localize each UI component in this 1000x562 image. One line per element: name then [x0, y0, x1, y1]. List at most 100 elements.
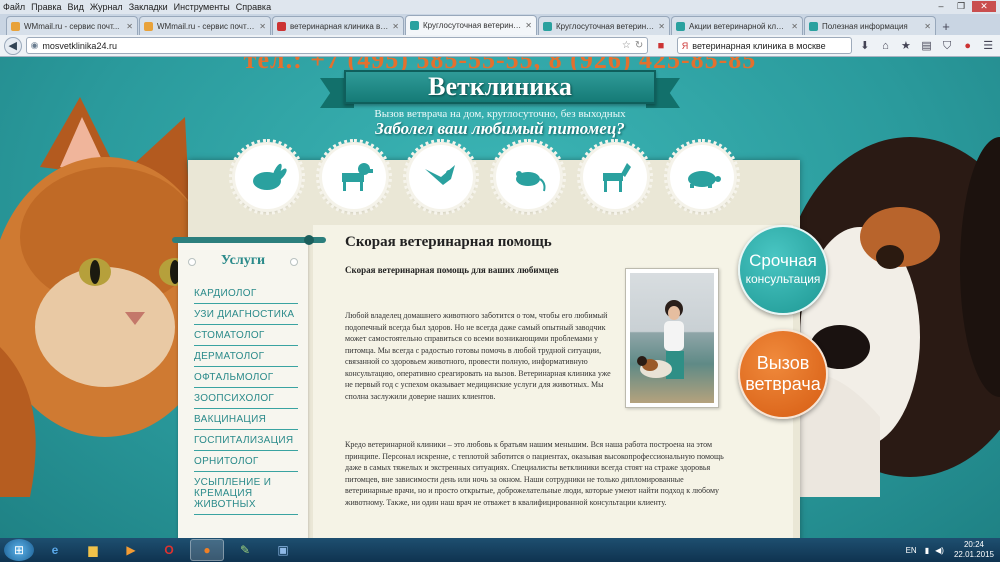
- tab-close-icon[interactable]: ✕: [123, 22, 133, 31]
- download-icon[interactable]: ⬇: [857, 38, 873, 54]
- service-link-cardiologist[interactable]: Кардиолог: [194, 283, 298, 304]
- minimize-icon[interactable]: –: [932, 1, 950, 12]
- sidebar-scroll-knob: [304, 235, 314, 245]
- favicon-icon: [410, 21, 419, 30]
- media-player-icon[interactable]: ▶: [114, 539, 148, 561]
- back-button[interactable]: ◀: [4, 36, 22, 55]
- turtle-icon: [688, 171, 721, 188]
- headline: Заболел ваш любимый питомец?: [375, 119, 625, 138]
- language-indicator[interactable]: EN: [906, 546, 917, 555]
- site-logo-ribbon[interactable]: Ветклиника: [320, 70, 680, 110]
- urgent-line2: консультация: [745, 272, 821, 286]
- bird-badge[interactable]: [403, 139, 479, 215]
- services-sidebar: Услуги Кардиолог УЗИ диагностика Стомато…: [172, 235, 326, 538]
- horse-icon: [603, 163, 631, 192]
- tab-label: Круглосуточная ветерина...: [423, 21, 523, 30]
- search-bar[interactable]: Я ветеринарная клиника в москве: [676, 37, 853, 54]
- clock[interactable]: 20:24 22.01.2015: [954, 540, 994, 560]
- tab-close-icon[interactable]: ✕: [655, 22, 665, 31]
- rabbit-badge[interactable]: [229, 139, 305, 215]
- url-bar[interactable]: ◉ mosvetklinika24.ru ☆ ↻: [25, 37, 649, 54]
- tab-close-icon[interactable]: ✕: [921, 22, 931, 31]
- article-paragraph: Кредо ветеринарной клиники – это любовь …: [345, 440, 724, 507]
- article-title: Скорая ветеринарная помощь: [345, 234, 552, 250]
- service-link-ultrasound[interactable]: УЗИ диагностика: [194, 304, 298, 325]
- tab-close-icon[interactable]: ✕: [389, 22, 399, 31]
- flag-icon[interactable]: ■: [653, 38, 669, 54]
- bookmark-star-icon[interactable]: ☆: [622, 40, 631, 51]
- favicon-icon: [11, 21, 20, 31]
- menu-bar: Файл Правка Вид Журнал Закладки Инструме…: [0, 0, 1000, 14]
- explorer-icon[interactable]: ▆: [76, 539, 110, 561]
- urgent-consultation-button[interactable]: Срочная консультация: [738, 225, 828, 315]
- new-tab-button[interactable]: +: [937, 19, 955, 35]
- close-icon[interactable]: ✕: [972, 1, 996, 12]
- favicon-icon: [277, 21, 286, 31]
- browser-tab[interactable]: Полезная информация ✕: [804, 16, 936, 35]
- sidebar-title: Услуги: [220, 253, 266, 268]
- tab-label: ветеринарная клиника в м...: [290, 21, 390, 31]
- browser-tab[interactable]: ветеринарная клиника в м... ✕: [272, 16, 404, 35]
- dog-badge[interactable]: [316, 139, 392, 215]
- menu-history[interactable]: Журнал: [90, 2, 123, 12]
- sidebar-scroll-rod: [172, 237, 326, 243]
- menu-bookmarks[interactable]: Закладки: [129, 2, 168, 12]
- opera-icon[interactable]: O: [152, 539, 186, 561]
- site-title: Ветклиника: [428, 72, 572, 101]
- firefox-icon[interactable]: ●: [190, 539, 224, 561]
- volume-icon[interactable]: ◀): [935, 546, 944, 555]
- tab-close-icon[interactable]: ✕: [256, 22, 266, 31]
- service-link-dermatologist[interactable]: Дерматолог: [194, 346, 298, 367]
- star-icon[interactable]: ★: [898, 38, 914, 54]
- start-button[interactable]: ⊞: [4, 539, 34, 561]
- rabbit-icon: [253, 163, 287, 190]
- horse-badge[interactable]: [577, 139, 653, 215]
- ie-icon[interactable]: e: [38, 539, 72, 561]
- service-link-ophthalmologist[interactable]: Офтальмолог: [194, 367, 298, 388]
- article-paragraph: Любой владелец домашнего животного забот…: [345, 311, 611, 401]
- addon-icon[interactable]: ●: [960, 38, 976, 54]
- menu-edit[interactable]: Правка: [31, 2, 61, 12]
- home-icon[interactable]: ⌂: [878, 38, 894, 54]
- tab-close-icon[interactable]: ✕: [522, 21, 532, 30]
- maximize-icon[interactable]: ❐: [952, 1, 970, 12]
- rat-badge[interactable]: [490, 139, 566, 215]
- vet-photo: [625, 268, 719, 408]
- browser-tab-active[interactable]: Круглосуточная ветерина... ✕: [405, 15, 537, 35]
- favicon-icon: [144, 21, 153, 31]
- clock-time: 20:24: [963, 540, 984, 549]
- system-tray: EN ▮ ◀) 20:24 22.01.2015: [906, 540, 1000, 560]
- tab-label: WMmail.ru - сервис почтов...: [157, 21, 257, 31]
- menu-view[interactable]: Вид: [68, 2, 84, 12]
- search-input[interactable]: ветеринарная клиника в москве: [692, 41, 825, 51]
- call-vet-button[interactable]: Вызов ветврача: [738, 329, 828, 419]
- browser-tab[interactable]: Круглосуточная ветерина... ✕: [538, 16, 670, 35]
- menu-file[interactable]: Файл: [3, 2, 25, 12]
- service-link-ornithologist[interactable]: Орнитолог: [194, 451, 298, 472]
- bookmarks-icon[interactable]: ▤: [919, 38, 935, 54]
- service-link-euthanasia[interactable]: Усыпление и кремация животных: [194, 472, 298, 515]
- window-controls: – ❐ ✕: [932, 1, 996, 12]
- globe-icon: ◉: [30, 40, 39, 50]
- favicon-icon: [676, 21, 685, 31]
- turtle-badge[interactable]: [664, 139, 740, 215]
- notepad-icon[interactable]: ✎: [228, 539, 262, 561]
- reload-icon[interactable]: ↻: [635, 40, 643, 51]
- browser-tab[interactable]: WMmail.ru - сервис почт... ✕: [6, 16, 138, 35]
- browser-tab[interactable]: WMmail.ru - сервис почтов... ✕: [139, 16, 271, 35]
- shield-icon[interactable]: ⛉: [939, 38, 955, 54]
- menu-help[interactable]: Справка: [236, 2, 271, 12]
- menu-icon[interactable]: ☰: [980, 38, 996, 54]
- service-link-vaccination[interactable]: Вакцинация: [194, 409, 298, 430]
- search-engine-icon: Я: [681, 40, 689, 51]
- windows-taskbar: ⊞ e ▆ ▶ O ● ✎ ▣ EN ▮ ◀) 20:24 22.01.2015: [0, 538, 1000, 562]
- service-link-hospitalization[interactable]: Госпитализация: [194, 430, 298, 451]
- tab-label: Круглосуточная ветерина...: [556, 21, 656, 31]
- tab-close-icon[interactable]: ✕: [788, 22, 798, 31]
- browser-tab[interactable]: Акции ветеринарной клини... ✕: [671, 16, 803, 35]
- service-link-zoopsychologist[interactable]: Зоопсихолог: [194, 388, 298, 409]
- app-icon[interactable]: ▣: [266, 539, 300, 561]
- menu-tools[interactable]: Инструменты: [174, 2, 230, 12]
- service-link-dentist[interactable]: Стоматолог: [194, 325, 298, 346]
- network-icon[interactable]: ▮: [925, 546, 929, 555]
